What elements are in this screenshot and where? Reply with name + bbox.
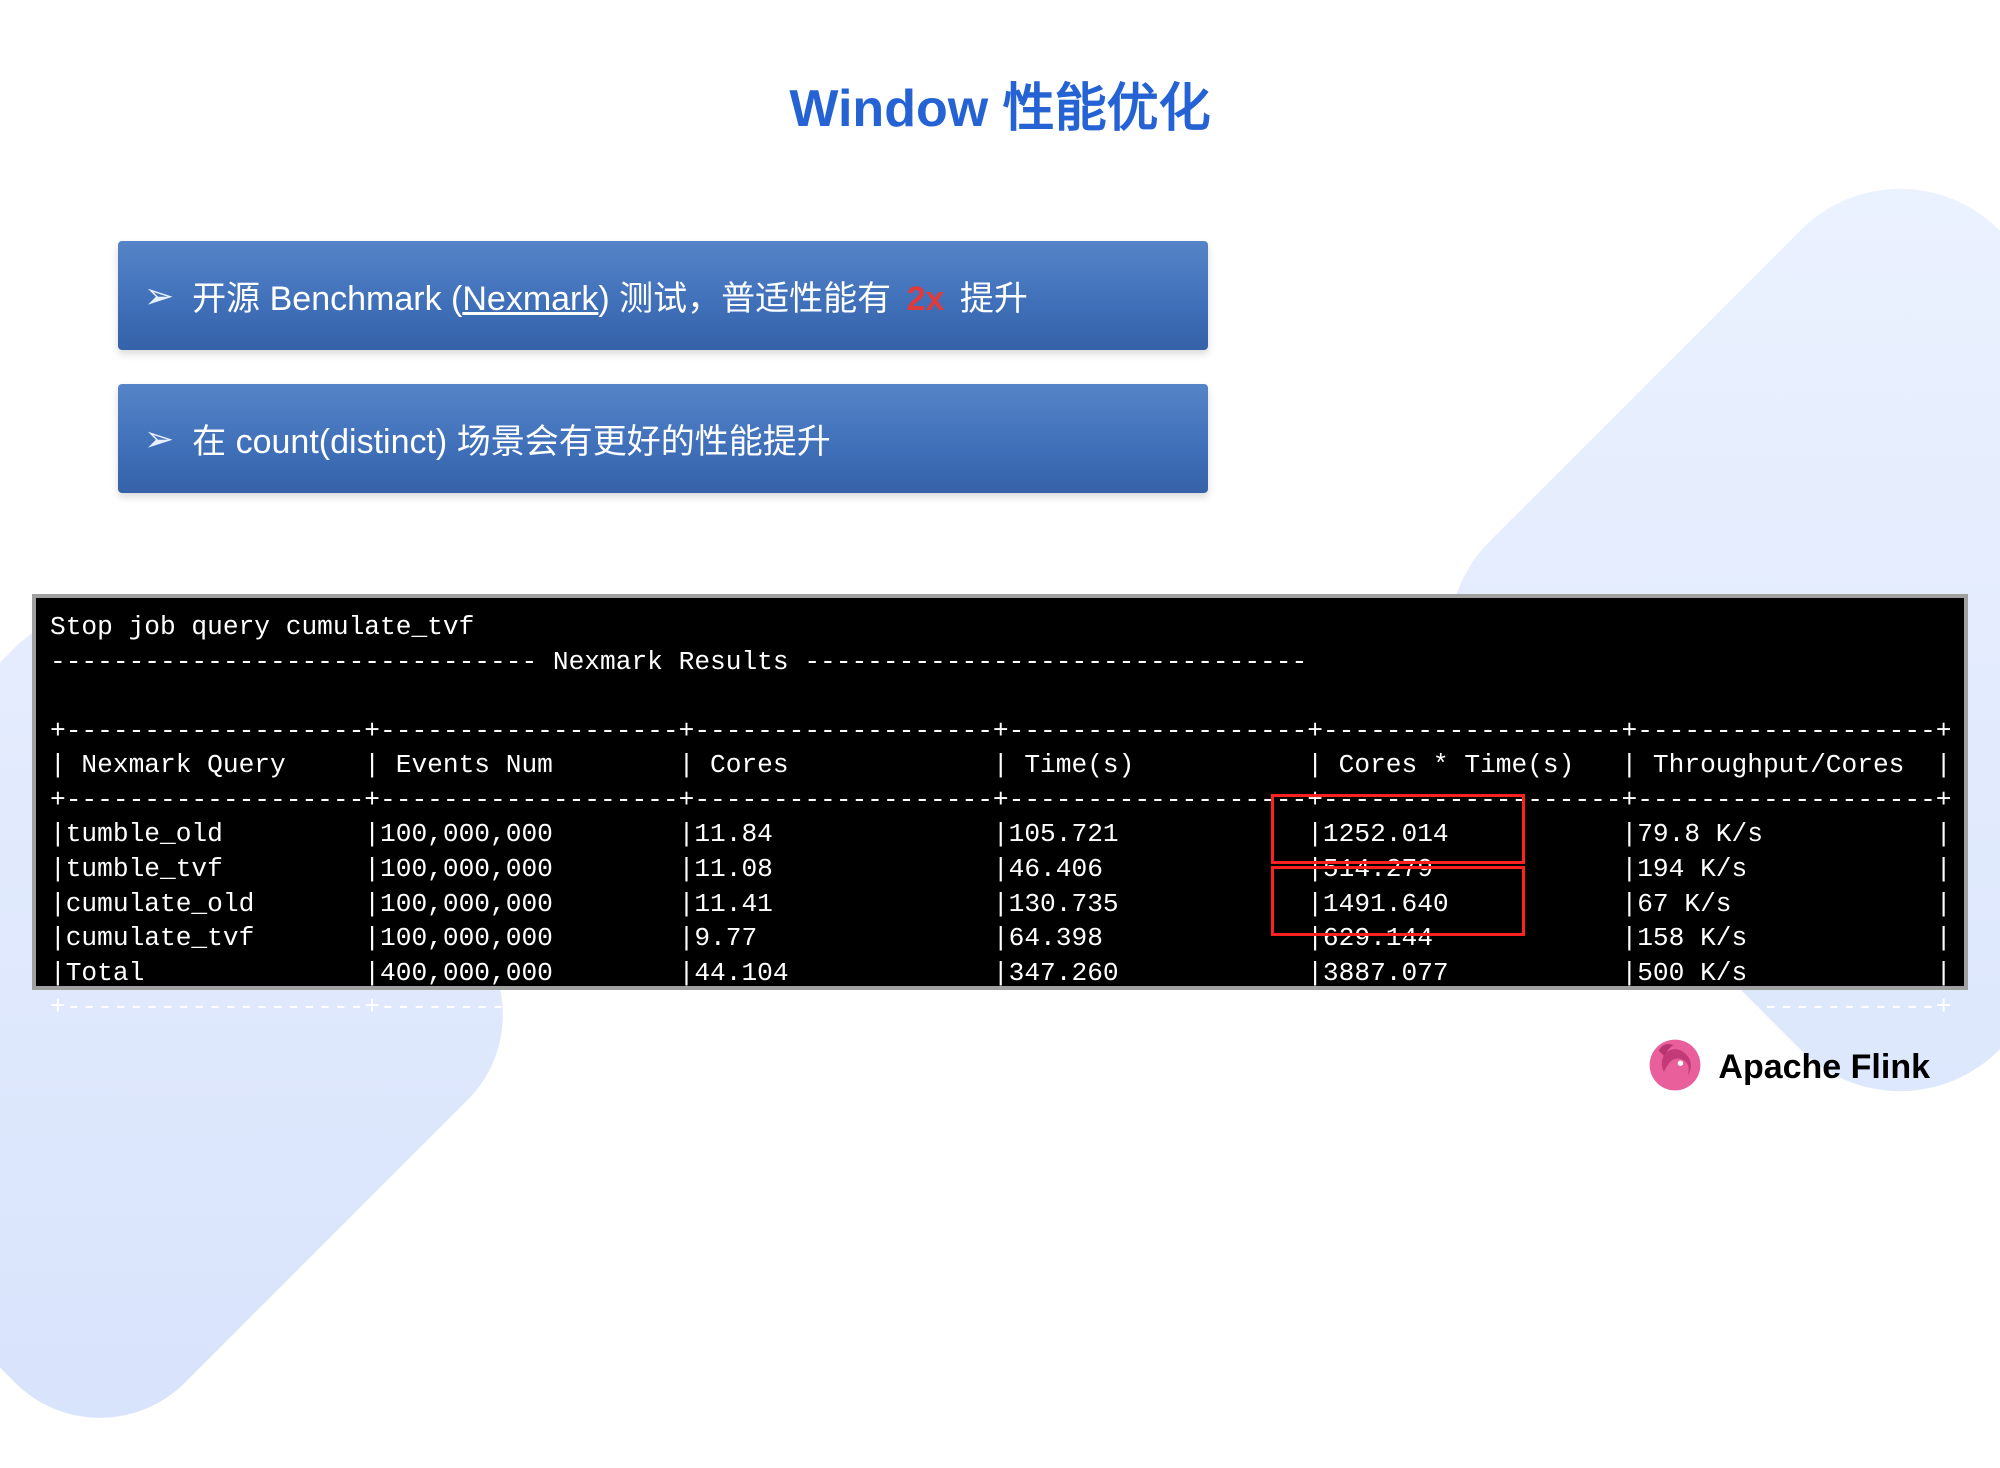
terminal-line: Stop job query cumulate_tvf <box>50 612 474 642</box>
footer-text: Apache Flink <box>1718 1048 1930 1087</box>
footer-logo: Apache Flink <box>1646 1036 1930 1099</box>
bullet-segment: 提升 <box>950 280 1027 318</box>
bullet-list: ➢ 开源 Benchmark (Nexmark) 测试，普适性能有 2x 提升 … <box>118 241 2000 493</box>
terminal-output: Stop job query cumulate_tvf ------------… <box>32 594 1968 990</box>
bullet-segment: 开源 Benchmark ( <box>192 280 462 318</box>
table-row: |cumulate_old |100,000,000 |11.41 |130.7… <box>50 889 1952 919</box>
table-row: |Total |400,000,000 |44.104 |347.260 |38… <box>50 958 1952 988</box>
slide-title: Window 性能优化 <box>0 0 2000 141</box>
terminal-separator: +-------------------+-------------------… <box>50 992 1952 1022</box>
table-row: |tumble_old |100,000,000 |11.84 |105.721… <box>50 819 1952 849</box>
chevron-right-icon: ➢ <box>144 275 174 317</box>
nexmark-link[interactable]: Nexmark <box>462 280 598 318</box>
bullet-count-distinct: ➢ 在 count(distinct) 场景会有更好的性能提升 <box>118 384 1208 493</box>
table-row: |cumulate_tvf |100,000,000 |9.77 |64.398… <box>50 923 1952 953</box>
bullet-segment: ) 测试，普适性能有 <box>598 280 900 318</box>
bullet-text: 开源 Benchmark (Nexmark) 测试，普适性能有 2x 提升 <box>192 271 1028 320</box>
terminal-header-row: | Nexmark Query | Events Num | Cores | T… <box>50 750 1952 780</box>
terminal-separator: +-------------------+-------------------… <box>50 785 1952 815</box>
terminal-text: Stop job query cumulate_tvf ------------… <box>50 610 1950 1094</box>
terminal-separator: +-------------------+-------------------… <box>50 716 1952 746</box>
table-row: |tumble_tvf |100,000,000 |11.08 |46.406 … <box>50 854 1952 884</box>
terminal-line: ------------------------------- Nexmark … <box>50 647 1307 677</box>
speedup-highlight: 2x <box>907 280 945 318</box>
bullet-benchmark: ➢ 开源 Benchmark (Nexmark) 测试，普适性能有 2x 提升 <box>118 241 1208 350</box>
chevron-right-icon: ➢ <box>144 418 174 460</box>
bullet-text: 在 count(distinct) 场景会有更好的性能提升 <box>192 414 831 463</box>
flink-squirrel-icon <box>1646 1036 1704 1099</box>
